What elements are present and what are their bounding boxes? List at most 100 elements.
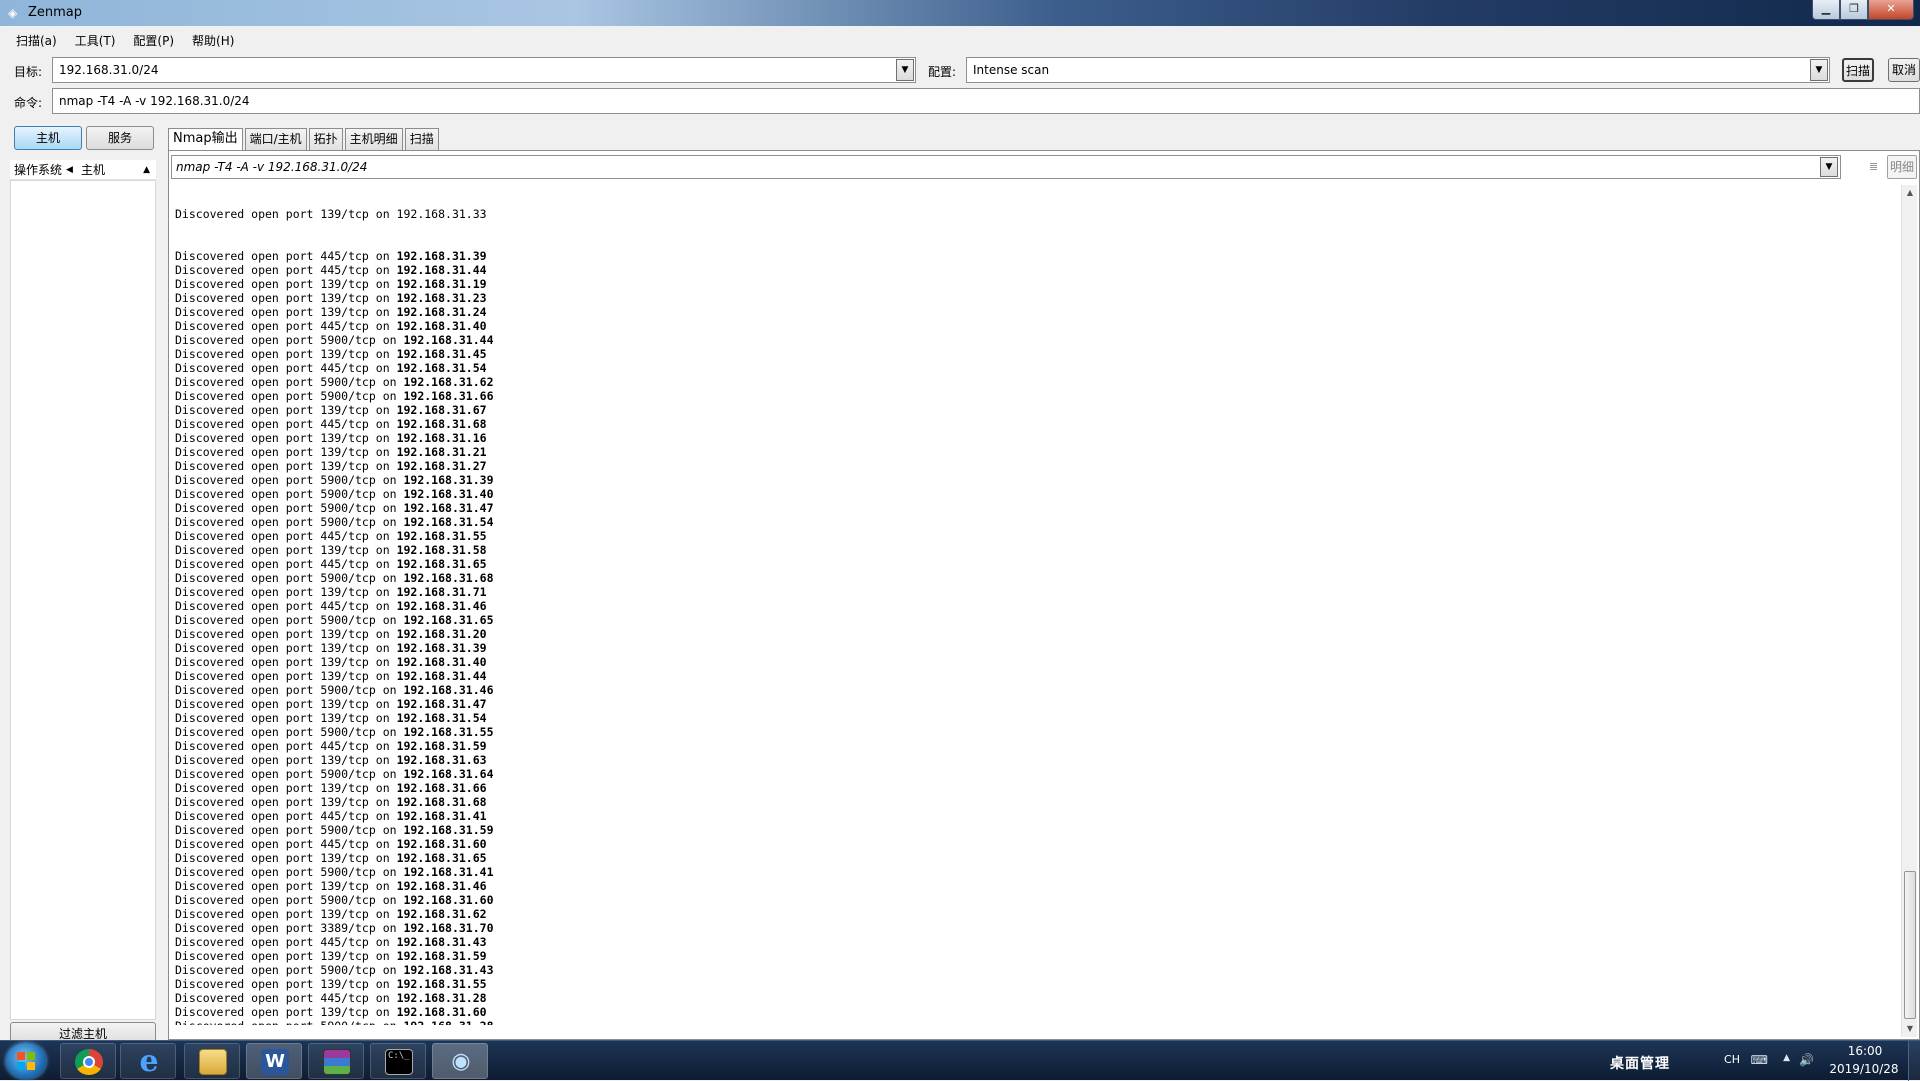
vertical-scrollbar[interactable]: ▲ ▼ [1901, 185, 1917, 1037]
output-line-prefix: Discovered open port 5900/tcp on [175, 725, 404, 739]
output-line-ip: 192.168.31.60 [396, 837, 487, 851]
output-line-prefix: Discovered open port 139/tcp on [175, 655, 397, 669]
scroll-up-icon[interactable]: ▲ [1902, 185, 1918, 201]
maximize-button[interactable]: ❐ [1840, 0, 1868, 20]
output-line-prefix: Discovered open port 5900/tcp on [175, 473, 404, 487]
tab-nmap-output[interactable]: Nmap输出 [168, 128, 243, 151]
menu-help[interactable]: 帮助(H) [190, 32, 236, 49]
output-line-ip: 192.168.31.47 [396, 697, 487, 711]
target-dropdown-button[interactable]: ▼ [896, 59, 914, 81]
output-line-ip: 192.168.31.63 [396, 753, 487, 767]
output-line: Discovered open port 139/tcp on 192.168.… [175, 1005, 1885, 1019]
output-line-ip: 192.168.31.68 [403, 571, 494, 585]
tab-ports-hosts[interactable]: 端口/主机 [244, 128, 307, 150]
output-line-prefix: Discovered open port 139/tcp on [175, 795, 397, 809]
output-line: Discovered open port 5900/tcp on 192.168… [175, 865, 1885, 879]
output-line: Discovered open port 139/tcp on 192.168.… [175, 459, 1885, 473]
clock-time[interactable]: 16:00 [1830, 1044, 1900, 1058]
output-line: Discovered open port 5900/tcp on 192.168… [175, 473, 1885, 487]
output-line-prefix: Discovered open port 445/tcp on [175, 837, 397, 851]
output-text[interactable]: Discovered open port 139/tcp on 192.168.… [175, 185, 1885, 1025]
keyboard-icon[interactable]: ⌨ [1751, 1053, 1768, 1067]
output-line-ip: 192.168.31.23 [396, 291, 487, 305]
output-line-ip: 192.168.31.44 [403, 333, 494, 347]
chevron-down-icon[interactable]: ▼ [1820, 157, 1838, 177]
output-line-ip: 192.168.31.55 [396, 529, 487, 543]
tab-host-details[interactable]: 主机明细 [344, 128, 403, 150]
output-line-prefix: Discovered open port 445/tcp on [175, 417, 397, 431]
tab-scans[interactable]: 扫描 [404, 128, 439, 150]
menu-scan[interactable]: 扫描(a) [14, 32, 59, 49]
output-line-ip: 192.168.31.54 [403, 515, 494, 529]
language-indicator[interactable]: CH [1724, 1053, 1740, 1066]
output-line-prefix: Discovered open port 5900/tcp on [175, 963, 404, 977]
column-os[interactable]: 操作系统 [14, 161, 62, 178]
output-line: Discovered open port 5900/tcp on 192.168… [175, 571, 1885, 585]
output-line-prefix: Discovered open port 5900/tcp on [175, 823, 404, 837]
tray-expand-icon[interactable]: ▲ [1783, 1053, 1790, 1063]
scan-button[interactable]: 扫描 [1842, 58, 1874, 82]
scrollbar-thumb[interactable] [1904, 871, 1916, 1019]
cancel-button[interactable]: 取消 [1888, 58, 1920, 82]
close-button[interactable]: ✕ [1868, 0, 1914, 20]
details-button[interactable]: 明细 [1887, 155, 1917, 179]
output-line: Discovered open port 139/tcp on 192.168.… [175, 585, 1885, 599]
output-line-prefix: Discovered open port 445/tcp on [175, 809, 397, 823]
output-line: Discovered open port 139/tcp on 192.168.… [175, 431, 1885, 445]
output-line-prefix: Discovered open port 5900/tcp on [175, 375, 404, 389]
output-line: Discovered open port 445/tcp on 192.168.… [175, 417, 1885, 431]
list-icon[interactable]: ≣ [1869, 160, 1879, 174]
column-host[interactable]: 主机 [81, 161, 105, 178]
zenmap-icon: ◈ [8, 6, 18, 20]
menu-tools[interactable]: 工具(T) [73, 32, 118, 49]
target-input[interactable]: 192.168.31.0/24 [52, 57, 916, 83]
scan-command-select[interactable]: nmap -T4 -A -v 192.168.31.0/24 ▼ [171, 155, 1841, 179]
command-input[interactable]: nmap -T4 -A -v 192.168.31.0/24 [52, 88, 1920, 114]
taskbar-explorer[interactable] [184, 1043, 240, 1079]
output-line-prefix: Discovered open port 5900/tcp on [175, 515, 404, 529]
output-line-prefix: Discovered open port 139/tcp on [175, 627, 397, 641]
output-line-ip: 192.168.31.68 [396, 795, 487, 809]
taskbar-word[interactable]: W [246, 1043, 302, 1079]
show-desktop-button[interactable] [1908, 1041, 1920, 1081]
output-line-prefix: Discovered open port 5900/tcp on [175, 767, 404, 781]
output-line: Discovered open port 445/tcp on 192.168.… [175, 557, 1885, 571]
output-line-ip: 192.168.31.68 [396, 417, 487, 431]
taskbar-zenmap[interactable]: ◉ [432, 1043, 488, 1079]
taskbar: e W C:\_ ◉ 桌面管理 CH ⌨ ▲ 🔊 16:00 2019/10/2… [0, 1040, 1920, 1081]
output-line: Discovered open port 5900/tcp on 192.168… [175, 1019, 1885, 1025]
output-line-ip: 192.168.31.59 [396, 739, 487, 753]
host-list[interactable] [10, 180, 156, 1020]
profile-select[interactable]: Intense scan [966, 57, 1830, 83]
output-line-prefix: Discovered open port 139/tcp on [175, 669, 397, 683]
output-line: Discovered open port 139/tcp on 192.168.… [175, 543, 1885, 557]
output-line: Discovered open port 139/tcp on 192.168.… [175, 795, 1885, 809]
volume-icon[interactable]: 🔊 [1799, 1053, 1814, 1067]
sort-arrow-icon[interactable]: ▲ [143, 165, 150, 175]
taskbar-winrar[interactable] [308, 1043, 364, 1079]
desktop-manager-label[interactable]: 桌面管理 [1610, 1053, 1670, 1073]
output-line-prefix: Discovered open port 5900/tcp on [175, 389, 404, 403]
start-button[interactable] [6, 1043, 46, 1079]
hosts-toggle-button[interactable]: 主机 [14, 126, 82, 150]
clock-date[interactable]: 2019/10/28 [1824, 1062, 1904, 1076]
output-line-ip: 192.168.31.44 [396, 263, 487, 277]
terminal-icon: C:\_ [385, 1049, 413, 1075]
output-line-ip: 192.168.31.59 [403, 823, 494, 837]
output-line: Discovered open port 3389/tcp on 192.168… [175, 921, 1885, 935]
output-line-ip: 192.168.31.55 [396, 977, 487, 991]
output-line-ip: 192.168.31.58 [396, 543, 487, 557]
minimize-button[interactable]: ▁ [1812, 0, 1840, 20]
profile-dropdown-button[interactable]: ▼ [1810, 59, 1828, 81]
output-line: Discovered open port 445/tcp on 192.168.… [175, 361, 1885, 375]
tab-topology[interactable]: 拓扑 [308, 128, 343, 150]
scroll-down-icon[interactable]: ▼ [1902, 1021, 1918, 1037]
taskbar-ie[interactable]: e [120, 1043, 176, 1079]
services-toggle-button[interactable]: 服务 [86, 126, 154, 150]
output-line-ip: 192.168.31.41 [403, 865, 494, 879]
taskbar-chrome[interactable] [60, 1043, 116, 1079]
word-icon: W [261, 1049, 289, 1075]
menu-profile[interactable]: 配置(P) [131, 32, 176, 49]
taskbar-cmd[interactable]: C:\_ [370, 1043, 426, 1079]
output-line-ip: 192.168.31.27 [396, 459, 487, 473]
